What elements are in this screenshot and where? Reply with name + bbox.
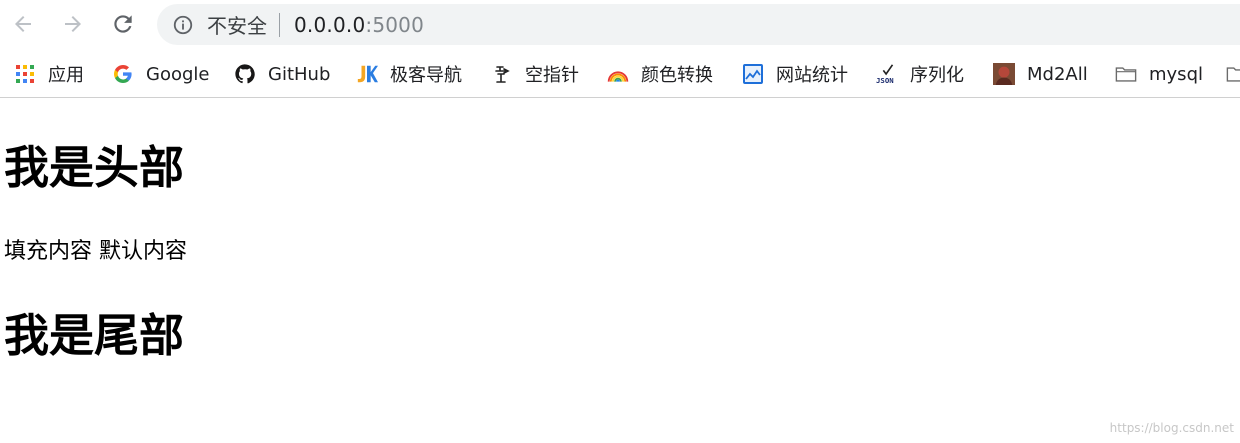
folder-icon [1115, 63, 1137, 85]
md2all-avatar-icon [993, 63, 1015, 85]
bookmark-label: 网站统计 [776, 65, 848, 86]
bookmarks-bar: 应用 Google GitHub 极客导航 空指针 颜色转换 网站统计 JSON… [0, 50, 1240, 98]
bookmark-label: Google [146, 63, 210, 85]
page-footer-heading: 我是尾部 [4, 309, 185, 362]
url-port: :5000 [365, 12, 425, 37]
info-circle-icon[interactable] [171, 13, 195, 37]
arrow-left-icon [15, 16, 31, 32]
page-content: 我是头部 填充内容 默认内容 我是尾部 https://blog.csdn.ne… [0, 99, 1240, 443]
github-icon [234, 63, 256, 85]
browser-toolbar: 不安全 0.0.0.0:5000 [0, 0, 1240, 50]
bookmark-label: GitHub [268, 63, 331, 85]
url-text[interactable]: 0.0.0.0:5000 [294, 13, 424, 37]
back-button[interactable] [8, 9, 38, 39]
bookmark-label: 空指针 [525, 65, 579, 86]
svg-text:JSON: JSON [876, 76, 894, 85]
bookmark-md2all[interactable]: Md2All [993, 60, 1088, 88]
url-host: 0.0.0.0 [294, 12, 366, 37]
bookmark-github[interactable]: GitHub [234, 60, 330, 88]
rainbow-icon [607, 63, 629, 85]
bookmark-apps[interactable]: 应用 [14, 60, 84, 88]
address-bar[interactable]: 不安全 0.0.0.0:5000 [157, 4, 1240, 45]
bookmark-google[interactable]: Google [112, 60, 209, 88]
content-text: 填充内容 默认内容 [4, 239, 187, 264]
security-status-label[interactable]: 不安全 [207, 10, 267, 39]
reload-button[interactable] [108, 9, 138, 39]
kongzhizhen-icon [491, 63, 513, 85]
apps-grid-icon [14, 63, 36, 85]
bookmark-label: 应用 [48, 65, 84, 86]
json-icon: JSON [876, 63, 898, 85]
address-divider [279, 12, 280, 37]
watermark: https://blog.csdn.net [1109, 421, 1234, 435]
bookmark-label: mysql [1149, 63, 1203, 85]
bookmark-kongzhizhen[interactable]: 空指针 [491, 60, 579, 88]
bookmark-color-convert[interactable]: 颜色转换 [607, 60, 713, 88]
jk-icon [356, 63, 378, 85]
bookmark-label: 颜色转换 [641, 65, 713, 86]
reload-icon [114, 15, 132, 33]
bookmark-folder-partial[interactable] [1226, 60, 1240, 88]
bookmark-label: 极客导航 [390, 65, 462, 86]
bookmark-label: Md2All [1027, 63, 1088, 85]
bookmark-jike-nav[interactable]: 极客导航 [356, 60, 462, 88]
chart-icon [742, 63, 764, 85]
google-icon [112, 63, 134, 85]
arrow-right-icon [65, 16, 81, 32]
bookmark-mysql-folder[interactable]: mysql [1115, 60, 1203, 88]
page-header-heading: 我是头部 [4, 141, 185, 194]
bookmark-site-stats[interactable]: 网站统计 [742, 60, 848, 88]
folder-icon [1226, 63, 1240, 85]
forward-button[interactable] [58, 9, 88, 39]
bookmark-serialize[interactable]: JSON 序列化 [876, 60, 964, 88]
bookmark-label: 序列化 [910, 65, 964, 86]
